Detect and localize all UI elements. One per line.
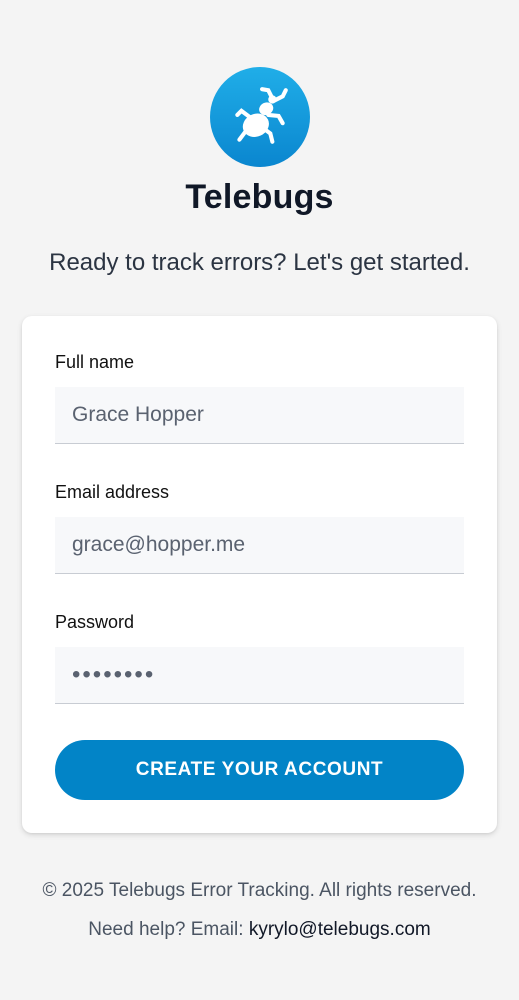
- app-logo: [210, 67, 310, 167]
- create-account-button[interactable]: CREATE YOUR ACCOUNT: [55, 740, 464, 800]
- signup-page: Telebugs Ready to track errors? Let's ge…: [0, 0, 519, 1000]
- help-line: Need help? Email: kyrylo@telebugs.com: [0, 919, 519, 941]
- help-prefix: Need help? Email:: [88, 919, 244, 940]
- copyright-text: © 2025 Telebugs Error Tracking. All righ…: [42, 880, 477, 901]
- email-input[interactable]: [55, 517, 464, 574]
- email-label: Email address: [55, 482, 170, 502]
- full-name-input[interactable]: [55, 387, 464, 444]
- app-name: Telebugs: [185, 178, 334, 216]
- bug-icon: [235, 87, 288, 144]
- tagline: Ready to track errors? Let's get started…: [49, 249, 470, 276]
- password-label: Password: [55, 612, 135, 632]
- full-name-label: Full name: [55, 352, 135, 372]
- password-input[interactable]: [55, 647, 464, 704]
- signup-card: Full name Email address Password CREATE …: [22, 316, 497, 833]
- help-email-link[interactable]: kyrylo@telebugs.com: [249, 919, 431, 940]
